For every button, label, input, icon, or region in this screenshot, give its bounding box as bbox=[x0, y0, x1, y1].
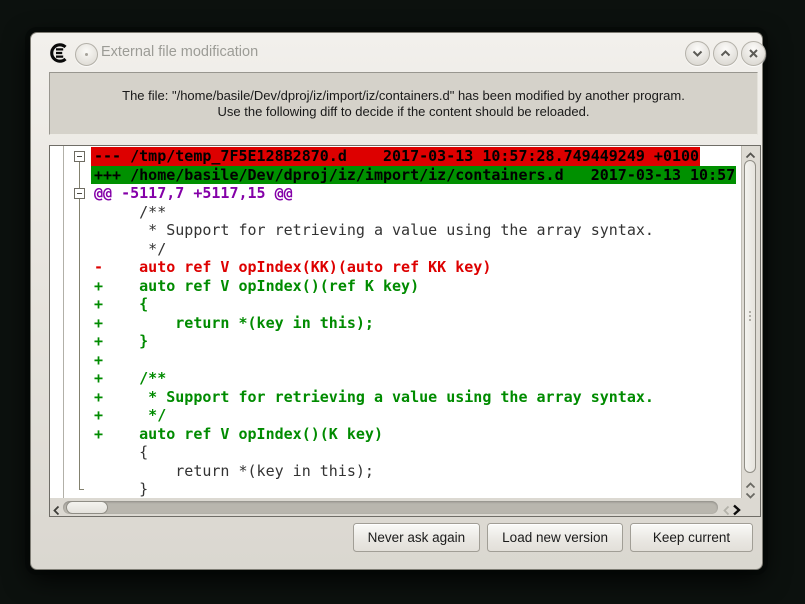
diff-line-ctx: */ bbox=[50, 240, 736, 259]
horizontal-scrollbar[interactable] bbox=[50, 499, 742, 516]
keep-current-button[interactable]: Keep current bbox=[630, 523, 753, 552]
diff-line-add: + /** bbox=[50, 369, 736, 388]
diff-line-ctx: { bbox=[50, 443, 736, 462]
diff-line-add: + auto ref V opIndex()(K key) bbox=[50, 425, 736, 444]
fold-connector bbox=[79, 199, 80, 489]
fold-end-corner bbox=[79, 489, 84, 490]
message-line-1: The file: "/home/basile/Dev/dproj/iz/imp… bbox=[122, 88, 685, 104]
fold-gutter bbox=[50, 146, 94, 498]
diff-line-ctx: } bbox=[50, 480, 736, 498]
dialog-button-row: Never ask again Load new version Keep cu… bbox=[31, 523, 753, 552]
fold-connector bbox=[79, 162, 80, 190]
scroll-left-secondary-icon[interactable] bbox=[722, 503, 731, 521]
diff-line-add: + { bbox=[50, 295, 736, 314]
close-button[interactable] bbox=[741, 41, 766, 66]
close-icon bbox=[747, 47, 760, 60]
diff-line-add: + */ bbox=[50, 406, 736, 425]
diff-line-add: + * Support for retrieving a value using… bbox=[50, 388, 736, 407]
scroll-down-icon[interactable] bbox=[745, 487, 756, 505]
vertical-scrollbar[interactable] bbox=[741, 146, 759, 498]
diff-line-ctx: /** bbox=[50, 203, 736, 222]
chevron-up-icon bbox=[719, 47, 732, 60]
never-ask-again-button[interactable]: Never ask again bbox=[353, 523, 481, 552]
window-menu-button[interactable] bbox=[75, 43, 98, 66]
minimize-button[interactable] bbox=[685, 41, 710, 66]
diff-line-ctx: * Support for retrieving a value using t… bbox=[50, 221, 736, 240]
message-panel: The file: "/home/basile/Dev/dproj/iz/imp… bbox=[49, 72, 758, 135]
window-title: External file modification bbox=[101, 44, 258, 60]
scroll-right-icon[interactable] bbox=[731, 503, 741, 521]
horizontal-scroll-track[interactable] bbox=[63, 501, 718, 514]
fold-marker-icon[interactable] bbox=[74, 151, 85, 162]
coedit-logo-icon bbox=[48, 42, 69, 64]
diff-code-viewport: --- /tmp/temp_7F5E128B2870.d 2017-03-13 … bbox=[50, 146, 742, 498]
diff-line-add-header: +++ /home/basile/Dev/dproj/iz/import/iz/… bbox=[50, 166, 736, 185]
diff-code: --- /tmp/temp_7F5E128B2870.d 2017-03-13 … bbox=[50, 147, 736, 498]
desktop: { "window": { "title": "External file mo… bbox=[0, 0, 805, 604]
diff-line-add: + auto ref V opIndex()(ref K key) bbox=[50, 277, 736, 296]
diff-line-ctx: return *(key in this); bbox=[50, 462, 736, 481]
vertical-scroll-thumb[interactable] bbox=[744, 160, 756, 473]
title-bar[interactable]: External file modification bbox=[31, 33, 762, 71]
diff-view: --- /tmp/temp_7F5E128B2870.d 2017-03-13 … bbox=[49, 145, 761, 517]
diff-line-del-header: --- /tmp/temp_7F5E128B2870.d 2017-03-13 … bbox=[50, 147, 736, 166]
diff-line-del: - auto ref V opIndex(KK)(auto ref KK key… bbox=[50, 258, 736, 277]
diff-line-hunk: @@ -5117,7 +5117,15 @@ bbox=[50, 184, 736, 203]
diff-line-add: + } bbox=[50, 332, 736, 351]
message-line-2: Use the following diff to decide if the … bbox=[218, 104, 590, 120]
thumb-grip bbox=[749, 311, 751, 323]
diff-line-add: + return *(key in this); bbox=[50, 314, 736, 333]
dialog-window: External file modification The file: "/h… bbox=[30, 32, 763, 570]
load-new-version-button[interactable]: Load new version bbox=[487, 523, 623, 552]
diff-line-add: + bbox=[50, 351, 736, 370]
maximize-button[interactable] bbox=[713, 41, 738, 66]
horizontal-scroll-thumb[interactable] bbox=[66, 501, 108, 514]
scroll-left-icon[interactable] bbox=[52, 503, 61, 521]
chevron-down-icon bbox=[691, 47, 704, 60]
fold-marker-icon[interactable] bbox=[74, 188, 85, 199]
